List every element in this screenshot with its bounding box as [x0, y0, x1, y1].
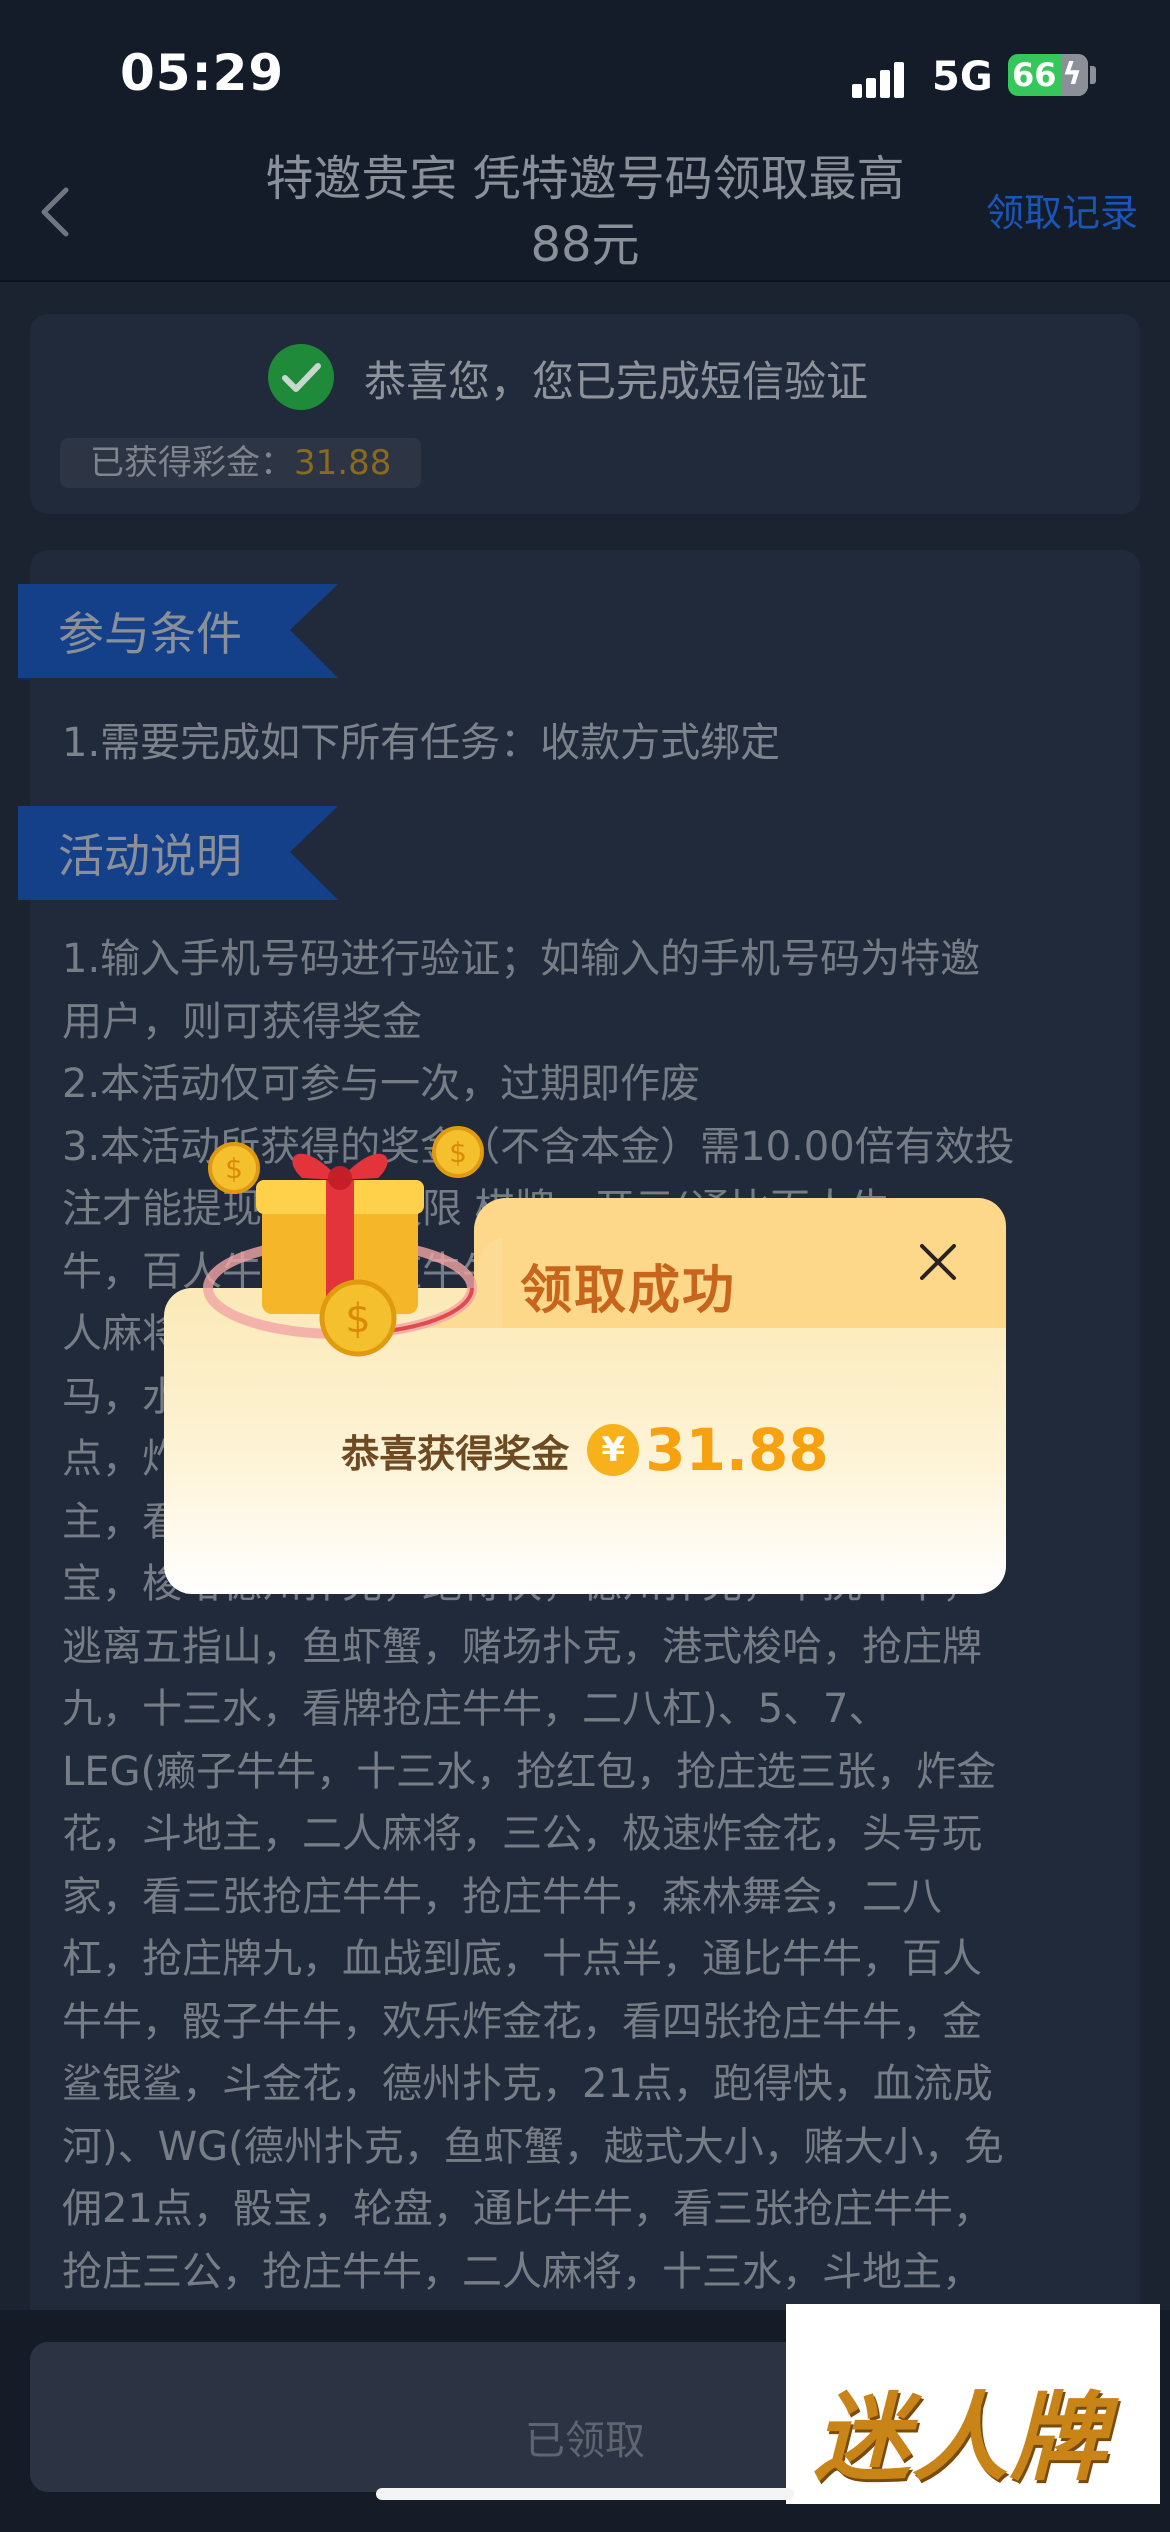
reward-value: 31.88: [294, 443, 392, 483]
yen-coin-icon: ¥: [587, 1424, 640, 1476]
description-line: 家，看三张抢庄牛牛，抢庄牛牛，森林舞会，二八: [62, 1873, 942, 1920]
battery-icon: 66 ϟ: [1008, 54, 1088, 96]
battery-level: 66: [1012, 56, 1057, 94]
modal-amount: 31.88: [645, 1416, 829, 1484]
description-line: 抢庄三公，抢庄牛牛，二人麻将，十三水，斗地主，: [62, 2248, 982, 2295]
description-line: LEG(癞子牛牛，十三水，抢红包，抢庄选三张，炸金: [62, 1748, 997, 1795]
conditions-ribbon: 参与条件: [18, 584, 338, 680]
page-title: 特邀贵宾 凭特邀号码领取最高88元: [265, 151, 905, 273]
close-icon[interactable]: [916, 1240, 960, 1284]
network-type: 5G: [932, 54, 993, 100]
description-line: 逃离五指山，鱼虾蟹，赌场扑克，港式梭哈，抢庄牌: [62, 1623, 982, 1670]
description-line: 九，十三水，看牌抢庄牛牛，二八杠)、5、7、: [62, 1686, 889, 1732]
reward-label: 已获得彩金：: [90, 443, 294, 483]
gift-box-illustration: $ $ $: [203, 1126, 484, 1357]
check-circle-icon: [268, 344, 334, 410]
chevron-left-icon[interactable]: [36, 184, 76, 240]
verify-message: 恭喜您，您已完成短信验证: [364, 357, 869, 406]
modal-title: 领取成功: [520, 1261, 737, 1321]
battery-nub: [1090, 66, 1096, 84]
description-line: 佣21点，骰宝，轮盘，通比牛牛，看三张抢庄牛牛，: [62, 2186, 993, 2232]
success-modal: 领取成功 恭喜获得奖金 ¥31.88 $ $ $: [164, 1126, 1006, 1594]
signal-icon: [852, 58, 912, 98]
description-line: 用户，则可获得奖金: [62, 998, 422, 1045]
modal-body: 恭喜获得奖金 ¥31.88: [164, 1416, 1006, 1484]
watermark-logo: 迷人牌: [786, 2304, 1160, 2504]
svg-text:$: $: [225, 1152, 243, 1185]
status-bar: 05:29 5G 66 ϟ: [0, 0, 1170, 140]
description-line: 杠，抢庄牌九，血战到底，十点半，通比牛牛，百人: [62, 1936, 982, 1982]
screen: 05:29 5G 66 ϟ 特邀贵宾 凭特邀号码领取最高88元 领取记录 恭喜您…: [0, 0, 1170, 2532]
description-line: 鲨银鲨，斗金花，德州扑克，21点，跑得快，血流成: [62, 2061, 993, 2107]
conditions-text: 1.需要完成如下所有任务：收款方式绑定: [62, 720, 781, 766]
nav-bar: 特邀贵宾 凭特邀号码领取最高88元 领取记录: [0, 140, 1170, 282]
watermark-text: 迷人牌: [814, 2381, 1108, 2494]
status-time: 05:29: [120, 44, 285, 102]
home-indicator[interactable]: [376, 2488, 794, 2500]
description-ribbon: 活动说明: [18, 806, 338, 902]
charging-icon: ϟ: [1062, 57, 1082, 92]
description-title: 活动说明: [58, 829, 242, 883]
modal-body-label: 恭喜获得奖金: [341, 1431, 570, 1476]
description-line: 1.输入手机号码进行验证；如输入的手机号码为特邀: [62, 936, 981, 982]
description-line: 河)、WG(德州扑克，鱼虾蟹，越式大小，赌大小，免: [62, 2123, 1004, 2170]
description-line: 牛牛，骰子牛牛，欢乐炸金花，看四张抢庄牛牛，金: [62, 1998, 982, 2045]
svg-text:$: $: [345, 1296, 370, 1342]
verify-card: 恭喜您，您已完成短信验证 已获得彩金：31.88: [30, 314, 1140, 514]
description-line: 花，斗地主，二人麻将，三公，极速炸金花，头号玩: [62, 1811, 982, 1857]
claim-records-link[interactable]: 领取记录: [986, 182, 1138, 237]
svg-text:$: $: [449, 1136, 467, 1169]
conditions-title: 参与条件: [58, 607, 242, 661]
reward-badge: 已获得彩金：31.88: [60, 438, 422, 488]
